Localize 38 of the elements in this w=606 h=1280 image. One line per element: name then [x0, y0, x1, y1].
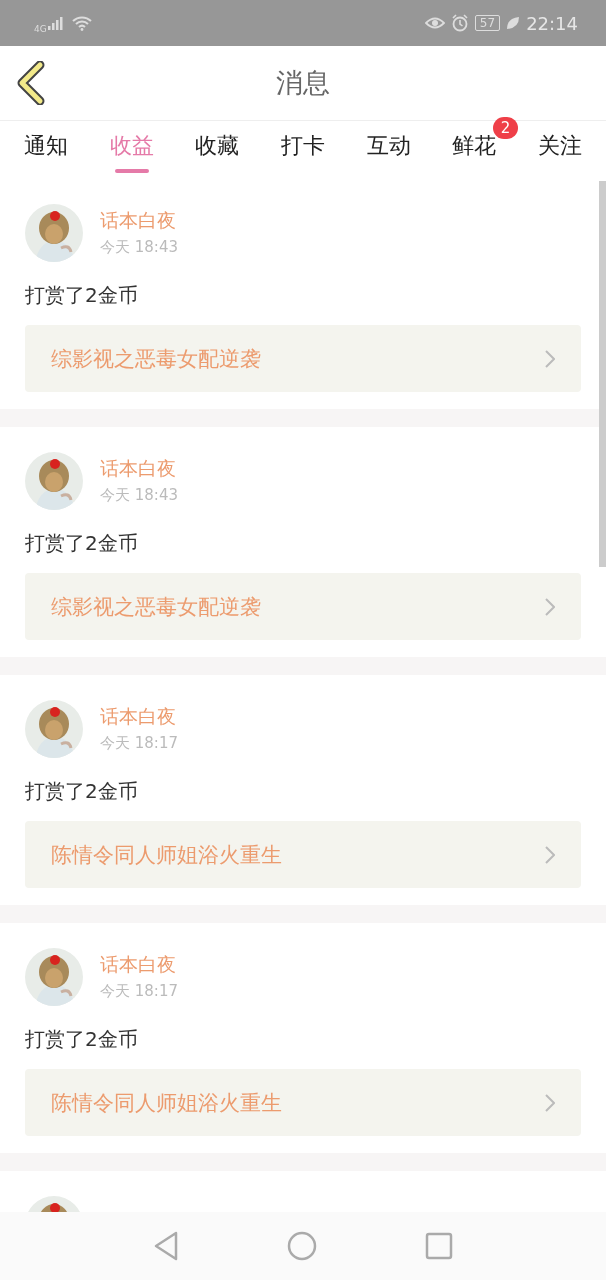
user-name[interactable]: 话本白夜 [100, 456, 178, 482]
tab[interactable]: 通知 [16, 121, 76, 179]
message-time: 今天 18:43 [100, 486, 178, 505]
page-title: 消息 [276, 66, 330, 100]
back-icon[interactable] [16, 61, 46, 105]
user-name[interactable]: 话本白夜 [100, 952, 178, 978]
chevron-icon [545, 1093, 555, 1112]
tab[interactable]: 关注 [529, 121, 590, 179]
book-link[interactable]: 陈情令同人师姐浴火重生 [25, 1069, 581, 1136]
signal-icon [46, 16, 65, 30]
wifi-icon [70, 15, 93, 31]
message-time: 今天 18:17 [100, 734, 178, 753]
network-label: 4G [34, 24, 47, 34]
tab[interactable]: 互动 [358, 121, 419, 179]
chevron-icon [545, 845, 555, 864]
user-name[interactable]: 话本白夜 [100, 704, 178, 730]
tab[interactable]: 收藏 [187, 121, 248, 179]
battery-indicator: 57 [474, 15, 501, 31]
book-link[interactable]: 综影视之恶毒女配逆袭 [25, 573, 581, 640]
message-text: 打赏了2金币 [25, 1026, 139, 1053]
home-icon[interactable] [287, 1231, 317, 1261]
clock-time: 22:14 [526, 12, 578, 34]
message-time: 今天 18:17 [100, 982, 178, 1001]
book-link[interactable]: 陈情令同人师姐浴火重生 [25, 821, 581, 888]
chevron-icon [545, 349, 555, 368]
tab[interactable]: 打卡 [272, 121, 333, 179]
user-name[interactable]: 话本白夜 [100, 208, 178, 234]
book-link[interactable]: 综影视之恶毒女配逆袭 [25, 325, 581, 392]
recents-icon[interactable] [425, 1232, 453, 1260]
alarm-icon [450, 14, 469, 32]
eye-icon [424, 16, 445, 30]
message-time: 今天 18:43 [100, 238, 178, 257]
message-text: 打赏了2金币 [25, 778, 139, 805]
chevron-icon [545, 597, 555, 616]
message-text: 打赏了2金币 [25, 530, 139, 557]
tab[interactable]: 收益 [101, 121, 162, 179]
message-text: 打赏了2金币 [25, 282, 139, 309]
leaf-icon [506, 16, 521, 30]
